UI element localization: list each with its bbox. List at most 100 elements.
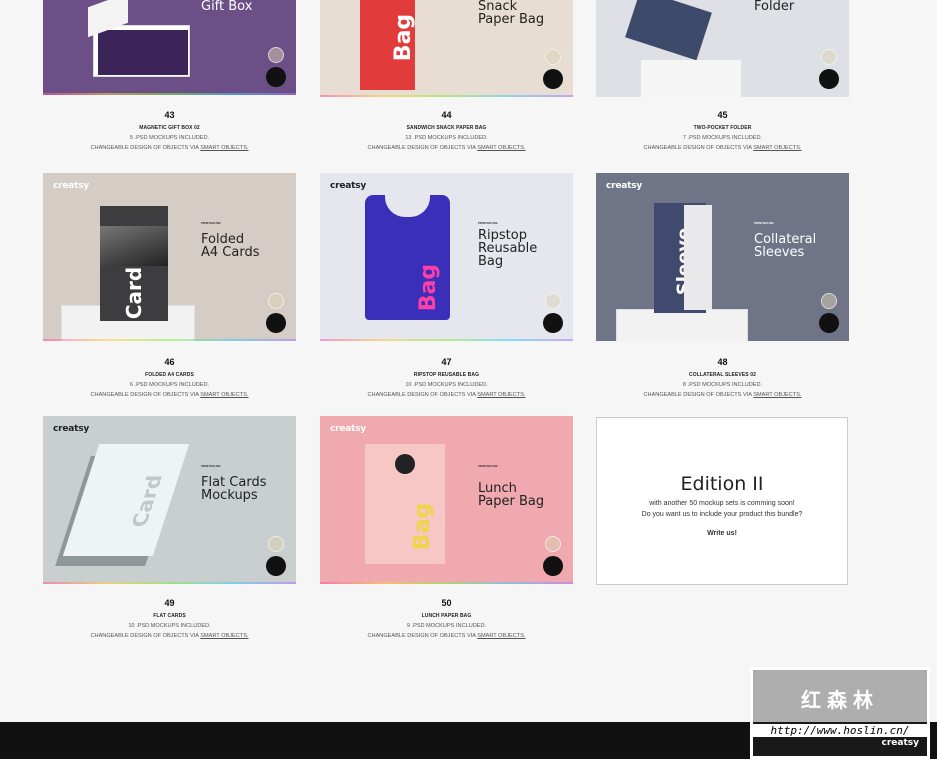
- edition-ii-panel: Edition II with another 50 mockup sets i…: [596, 417, 848, 585]
- divider: [43, 93, 296, 95]
- badge-icon: [543, 313, 563, 333]
- item-name: COLLATERAL SLEEVES 02: [689, 372, 756, 378]
- smart-objects-link[interactable]: SMART OBJECTS.: [477, 145, 525, 151]
- product-title: Ripstop Reusable Bag: [478, 228, 538, 269]
- seal-icon: [545, 293, 561, 309]
- item-count: 8 .PSD MOCKUPS INCLUDED.: [682, 382, 763, 388]
- badge-icon: [819, 69, 839, 89]
- smart-objects-link[interactable]: SMART OBJECTS.: [477, 633, 525, 639]
- seal-icon: [545, 536, 561, 552]
- smart-objects-link[interactable]: SMART OBJECTS.: [753, 392, 801, 398]
- item-number: 44: [441, 110, 452, 120]
- product-title: Lunch Paper Bag: [478, 481, 545, 509]
- seal-icon: [268, 293, 284, 309]
- creatsy-logo: creatsy: [606, 181, 643, 191]
- brand-label: PRINTHOUSE: [201, 221, 221, 225]
- sleeve-insert: [684, 205, 712, 310]
- reusable-bag-object: Bag: [365, 191, 450, 320]
- bag-sticker: [395, 454, 415, 474]
- brand-label: PRINTHOUSE: [754, 221, 774, 225]
- seal-icon: [268, 536, 284, 552]
- mockup-thumbnail[interactable]: Bag Snack Paper Bag: [320, 0, 573, 97]
- divider: [43, 582, 296, 584]
- gift-box-object: [98, 30, 188, 75]
- item-name: FLAT CARDS: [153, 613, 186, 619]
- product-title: Collateral Sleeves: [754, 232, 817, 260]
- item-name: FOLDED A4 CARDS: [145, 372, 194, 378]
- item-name: RIPSTOP REUSABLE BAG: [413, 372, 480, 378]
- product-title: Gift Box: [201, 0, 253, 14]
- edition-line-1: with another 50 mockup sets is comming s…: [649, 500, 795, 507]
- smart-objects-link[interactable]: SMART OBJECTS.: [200, 633, 248, 639]
- item-number: 50: [441, 598, 452, 608]
- item-changeable: CHANGEABLE DESIGN OF OBJECTS VIA SMART O…: [90, 392, 249, 398]
- creatsy-logo: creatsy: [330, 424, 367, 434]
- brand-label: PRINTHOUSE: [478, 464, 498, 468]
- badge-icon: [266, 313, 286, 333]
- seal-icon: [545, 49, 561, 65]
- item-number: 46: [164, 357, 175, 367]
- divider: [320, 582, 573, 584]
- item-count: 5 .PSD MOCKUPS INCLUDED.: [129, 135, 210, 141]
- badge-icon: [266, 67, 286, 87]
- item-name: MAGNETIC GIFT BOX 02: [139, 125, 200, 131]
- edition-line-2: Do you want us to include your product t…: [641, 511, 803, 518]
- paper-bag-object: Bag: [360, 0, 417, 90]
- mockup-thumbnail[interactable]: Gift Box: [43, 0, 296, 95]
- item-changeable: CHANGEABLE DESIGN OF OBJECTS VIA SMART O…: [643, 145, 802, 151]
- item-number: 47: [441, 357, 452, 367]
- folder-object: [625, 0, 712, 61]
- mockup-thumbnail[interactable]: creatsy Bag PRINTHOUSE Ripstop Reusable Ba…: [320, 173, 573, 341]
- lunch-bag-object: Bag: [365, 444, 445, 564]
- product-title: Folder: [754, 0, 795, 14]
- seal-icon: [821, 293, 837, 309]
- item-count: 9 .PSD MOCKUPS INCLUDED.: [406, 623, 487, 629]
- bag-handle-gap: [385, 191, 430, 217]
- object-word: Bag: [416, 263, 442, 312]
- object-word: Card: [122, 266, 147, 320]
- mockup-thumbnail[interactable]: creatsy Card PRINTHOUSE Folded A4 Cards: [43, 173, 296, 341]
- flat-card-object: Card: [62, 444, 190, 556]
- item-number: 48: [717, 357, 728, 367]
- mountain-image: [100, 226, 168, 266]
- item-changeable: CHANGEABLE DESIGN OF OBJECTS VIA SMART O…: [90, 145, 249, 151]
- cube-pedestal: [641, 60, 741, 97]
- bag-word: Bag: [391, 13, 417, 62]
- item-count: 10 .PSD MOCKUPS INCLUDED.: [128, 623, 211, 629]
- mockup-thumbnail[interactable]: creatsy Sleeve PRINTHOUSE CollateralSlee…: [596, 173, 849, 341]
- smart-objects-link[interactable]: SMART OBJECTS.: [753, 145, 801, 151]
- smart-objects-link[interactable]: SMART OBJECTS.: [200, 145, 248, 151]
- item-name: TWO-POCKET FOLDER: [693, 125, 752, 131]
- item-changeable: CHANGEABLE DESIGN OF OBJECTS VIA SMART O…: [367, 145, 526, 151]
- divider: [320, 339, 573, 341]
- object-word: Card: [126, 474, 168, 528]
- badge-icon: [266, 556, 286, 576]
- product-title: Folded A4 Cards: [201, 232, 260, 260]
- item-name: SANDWICH SNACK PAPER BAG: [406, 125, 487, 131]
- edition-title: Edition II: [680, 473, 764, 495]
- badge-icon: [819, 313, 839, 333]
- badge-icon: [543, 556, 563, 576]
- object-word: Bag: [410, 502, 436, 551]
- smart-objects-link[interactable]: SMART OBJECTS.: [477, 392, 525, 398]
- item-count: 13 .PSD MOCKUPS INCLUDED.: [405, 135, 488, 141]
- item-name: LUNCH PAPER BAG: [421, 613, 472, 619]
- product-title: Snack Paper Bag: [478, 0, 545, 27]
- divider: [43, 339, 296, 341]
- item-count: 6 .PSD MOCKUPS INCLUDED.: [129, 382, 210, 388]
- seal-icon: [268, 47, 284, 63]
- smart-objects-link[interactable]: SMART OBJECTS.: [200, 392, 248, 398]
- badge-icon: [543, 69, 563, 89]
- mockup-thumbnail[interactable]: Folder: [596, 0, 849, 97]
- mockup-thumbnail[interactable]: creatsy Card PRINTHOUSE Flat Cards Mockup…: [43, 416, 296, 584]
- watermark-url: http://www.hoslin.cn/: [753, 724, 927, 737]
- write-us-link[interactable]: Write us!: [597, 530, 847, 537]
- item-changeable: CHANGEABLE DESIGN OF OBJECTS VIA SMART O…: [367, 633, 526, 639]
- creatsy-logo: creatsy: [53, 181, 90, 191]
- divider: [320, 95, 573, 97]
- mockup-thumbnail[interactable]: creatsy Bag PRINTHOUSE Lunch Paper Bag: [320, 416, 573, 584]
- item-number: 45: [717, 110, 728, 120]
- creatsy-logo: creatsy: [53, 424, 90, 434]
- footer-creatsy-logo: creatsy: [881, 738, 919, 748]
- product-title: Flat Cards Mockups: [201, 475, 267, 503]
